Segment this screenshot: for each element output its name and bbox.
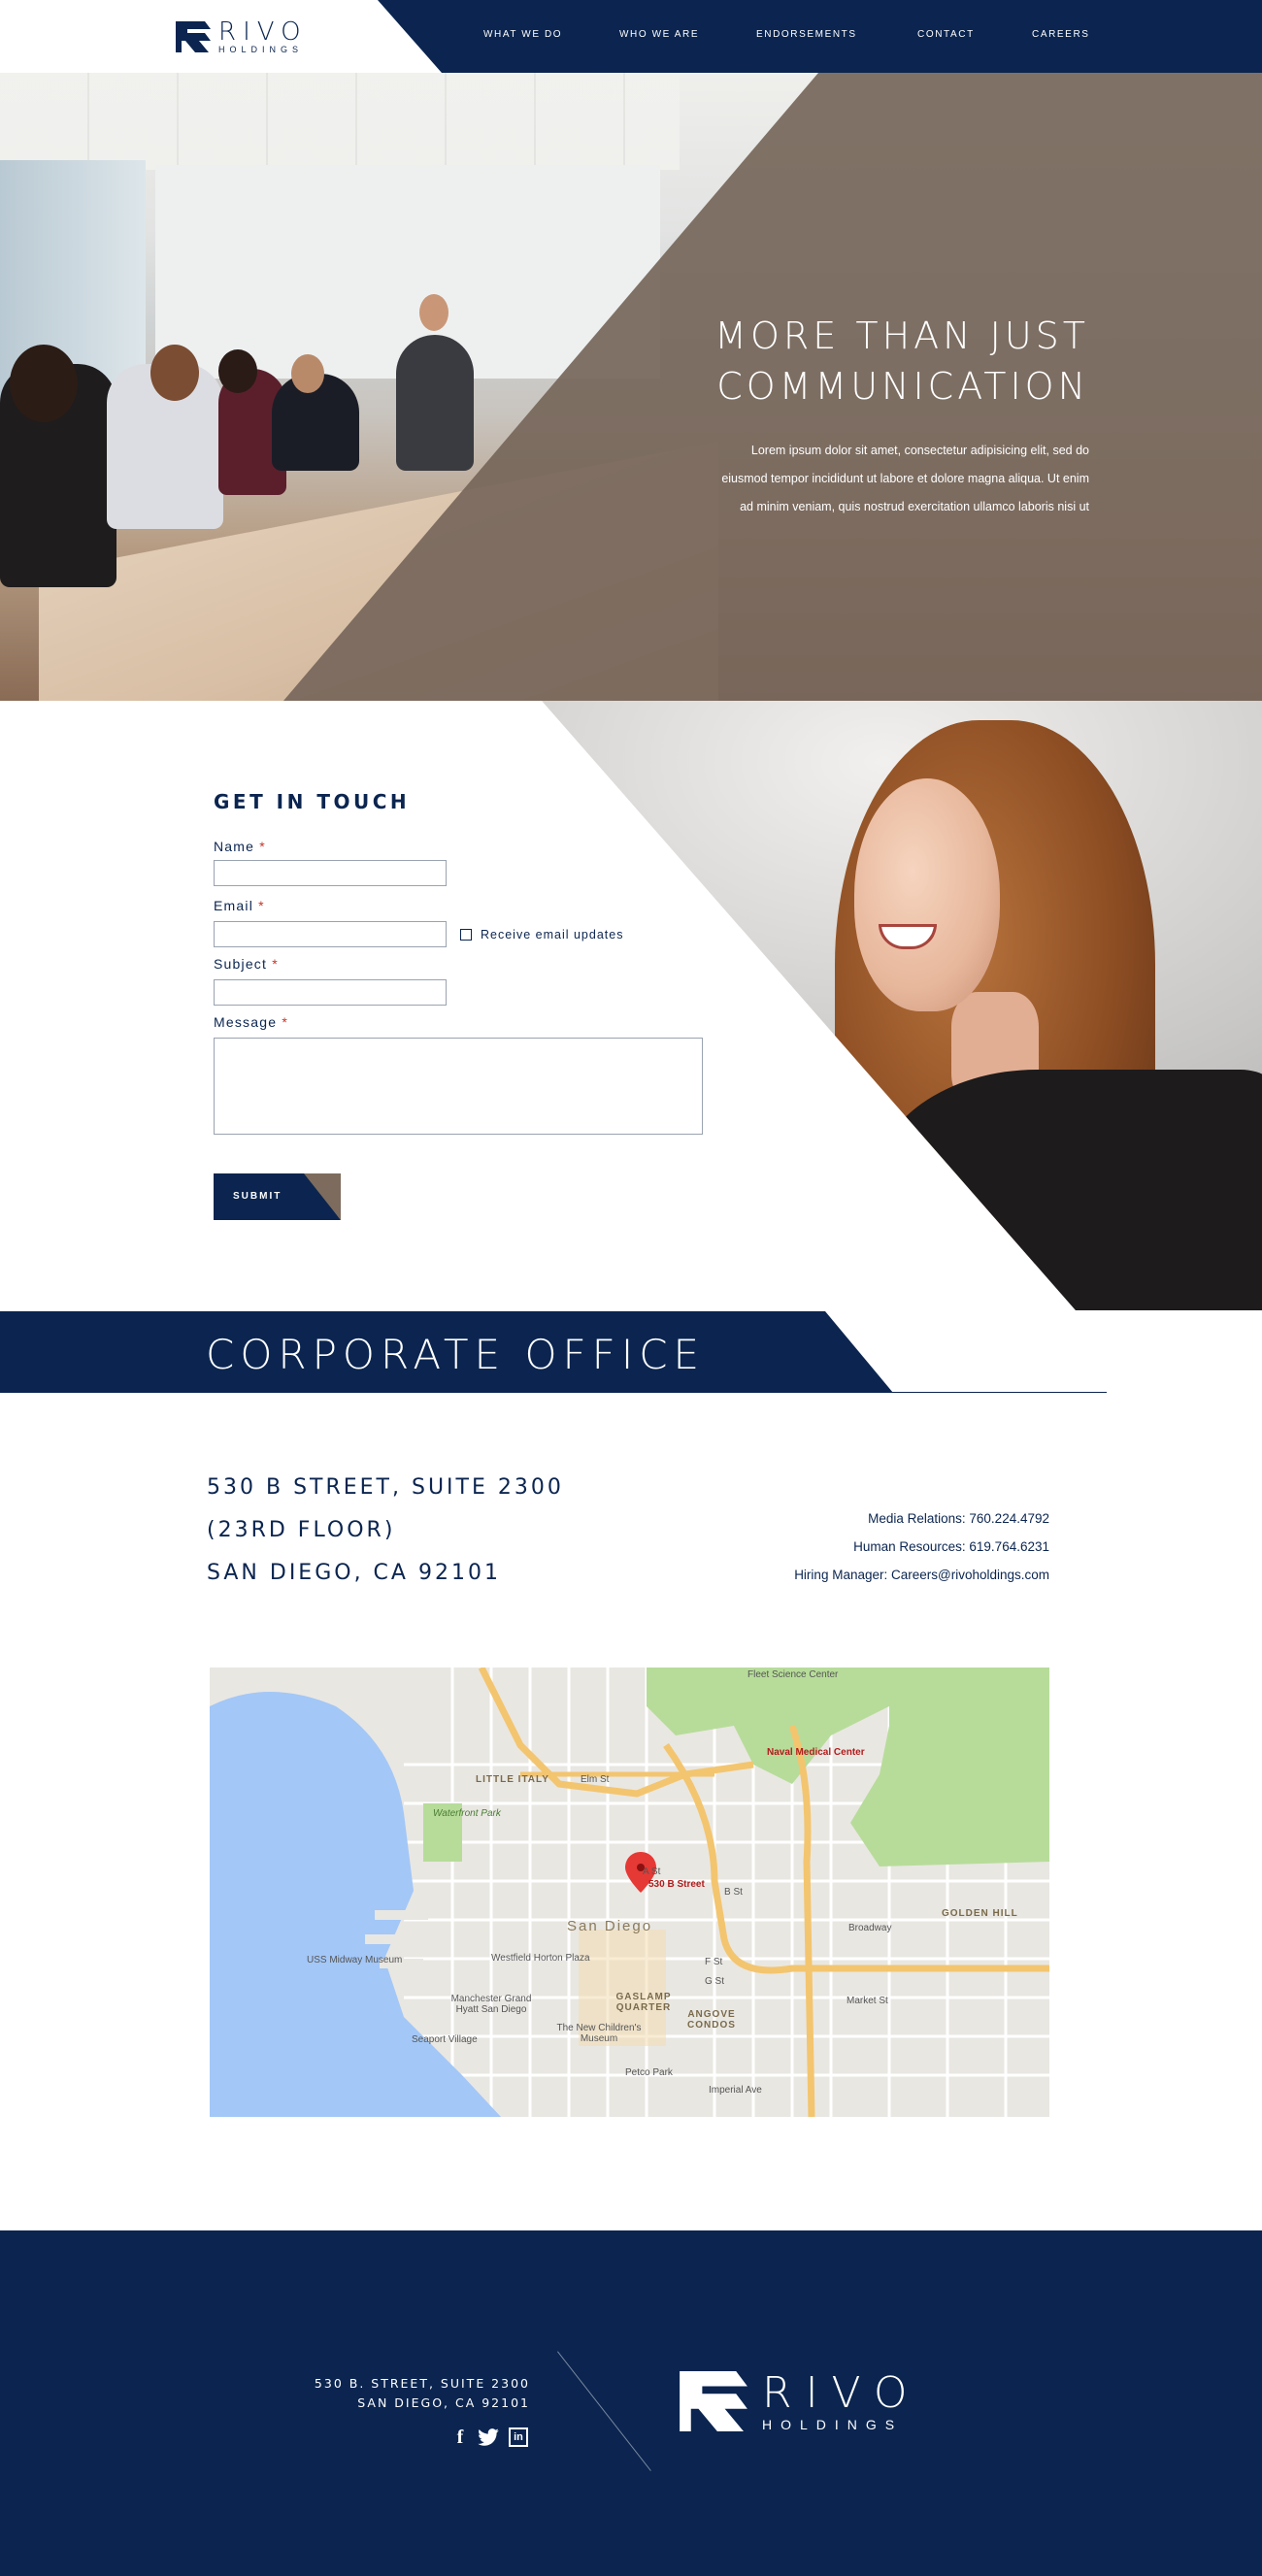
nav-who-we-are[interactable]: Who we are: [619, 29, 699, 40]
checkbox-box[interactable]: [460, 929, 472, 941]
hero-text: Lorem ipsum dolor sit amet, consectetur …: [721, 444, 1089, 513]
name-input[interactable]: [214, 860, 447, 886]
footer-brand-name: RIVO: [762, 2367, 921, 2418]
office-address-line3: San Diego, CA 92101: [207, 1561, 501, 1585]
site-header: RIVO HOLDINGS What we do Who we are Endo…: [0, 0, 1262, 73]
office-address-line1: 530 B Street, Suite 2300: [207, 1475, 564, 1500]
message-label: Message *: [214, 1014, 288, 1030]
footer-brand-sub: HOLDINGS: [762, 2416, 904, 2432]
footer-address-line1: 530 B. Street, Suite 2300: [314, 2376, 530, 2391]
social-links: f in: [452, 2427, 528, 2448]
email-updates-checkbox[interactable]: Receive email updates: [460, 928, 623, 941]
message-textarea[interactable]: [214, 1038, 703, 1135]
human-resources: Human Resources: 619.764.6231: [853, 1539, 1049, 1554]
office-address-line2: (23rd floor): [207, 1518, 396, 1542]
rivo-logo-icon: [176, 21, 211, 52]
facebook-icon[interactable]: f: [452, 2427, 468, 2448]
location-map[interactable]: Fleet Science Center Naval Medical Cente…: [210, 1668, 1049, 2117]
email-input[interactable]: [214, 921, 447, 947]
contact-section: Get in touch Name * Email * Receive emai…: [0, 701, 1262, 1310]
smiling-woman-photo: [542, 701, 1262, 1310]
site-footer: [0, 2230, 1262, 2576]
header-logo[interactable]: RIVO HOLDINGS: [176, 19, 308, 54]
hiring-manager[interactable]: Hiring Manager: Careers@rivoholdings.com: [794, 1568, 1049, 1582]
name-label: Name *: [214, 839, 266, 854]
brand-name: RIVO: [218, 17, 308, 47]
media-relations: Media Relations: 760.224.4792: [868, 1511, 1049, 1526]
checkbox-label: Receive email updates: [481, 928, 624, 941]
nav-contact[interactable]: Contact: [917, 29, 975, 40]
office-title: Corporate Office: [206, 1331, 706, 1378]
map-pin-label: 530 B Street: [648, 1879, 705, 1890]
rivo-logo-icon: [680, 2371, 747, 2431]
brand-sub: HOLDINGS: [218, 45, 304, 54]
hero: More than just communication Lorem ipsum…: [0, 73, 1262, 701]
linkedin-icon[interactable]: in: [509, 2427, 528, 2447]
form-title: Get in touch: [214, 790, 411, 813]
footer-address-line2: San Diego, CA 92101: [357, 2395, 530, 2410]
subject-label: Subject *: [214, 956, 279, 972]
map-graphic: [210, 1668, 1049, 2117]
footer-logo[interactable]: RIVO HOLDINGS: [677, 2371, 921, 2431]
nav-endorsements[interactable]: Endorsements: [756, 29, 857, 40]
nav-what-we-do[interactable]: What we do: [483, 29, 562, 40]
hero-title: More than just communication: [714, 314, 1089, 408]
nav-careers[interactable]: Careers: [1032, 29, 1090, 40]
twitter-icon[interactable]: [478, 2427, 499, 2448]
email-label: Email *: [214, 898, 265, 913]
subject-input[interactable]: [214, 979, 447, 1006]
office-divider: [874, 1392, 1107, 1393]
